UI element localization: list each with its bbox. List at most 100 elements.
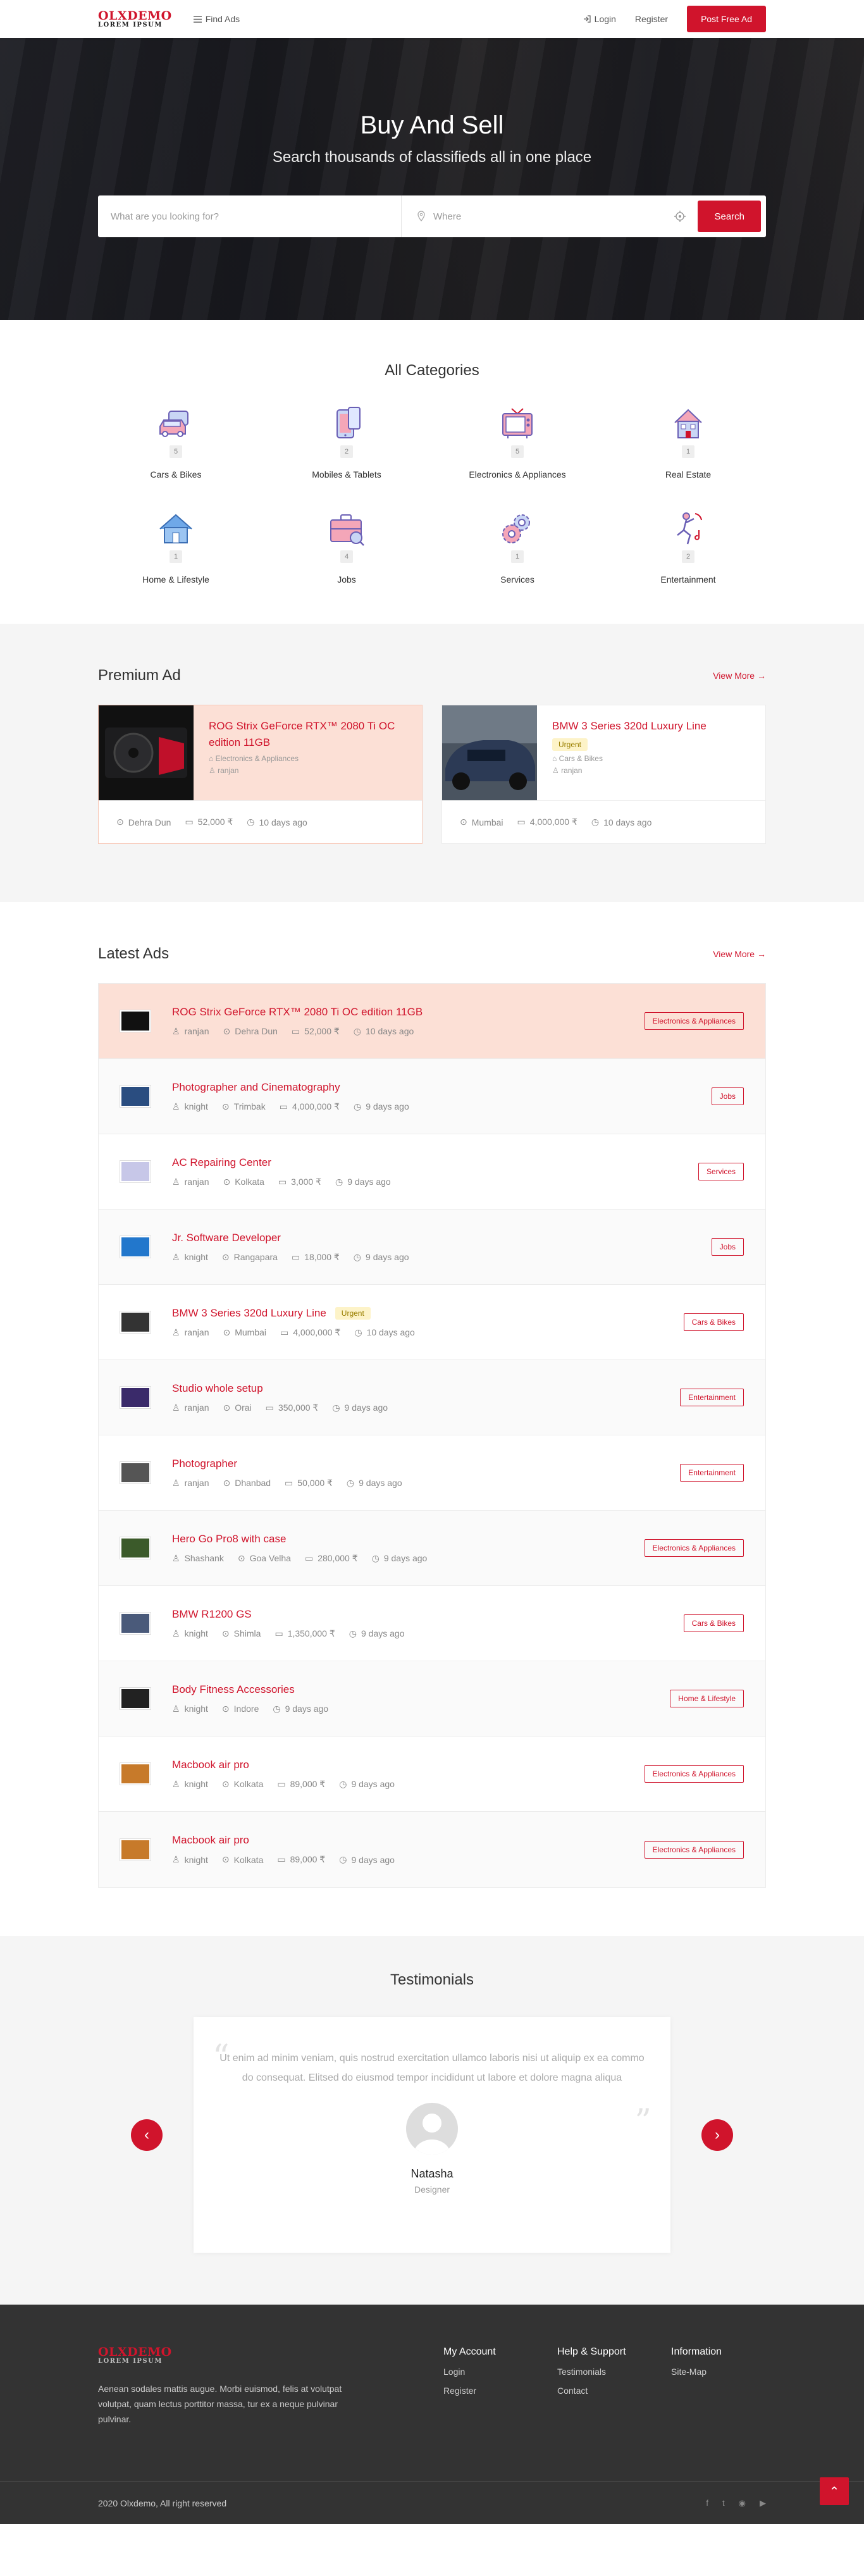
ad-time-label: 9 days ago	[285, 1704, 329, 1714]
ad-time: ◷ 9 days ago	[339, 1779, 395, 1790]
footer-col-title: Information	[671, 2346, 722, 2357]
latest-ad-row[interactable]: Photographer ♙ ranjan ⊙ Dhanbad ▭ 50,000 ₹ ◷ 9 d…	[99, 1435, 765, 1511]
latest-ad-row[interactable]: Hero Go Pro8 with case ♙ Shashank ⊙ Goa Velh…	[99, 1511, 765, 1586]
ad-title[interactable]: BMW 3 Series 320d Luxury Line	[552, 718, 707, 734]
locate-me-icon[interactable]	[674, 210, 686, 223]
user-icon: ♙	[172, 1552, 180, 1563]
ad-category-button[interactable]: Jobs	[711, 1238, 744, 1256]
login-link[interactable]: Login	[583, 14, 616, 24]
ad-title[interactable]: Jr. Software Developer	[172, 1232, 281, 1244]
latest-ad-row[interactable]: BMW R1200 GS ♙ knight ⊙ Shimla ▭ 1,350,000 ₹ ◷ 9…	[99, 1586, 765, 1661]
ad-category-button[interactable]: Electronics & Appliances	[644, 1012, 744, 1030]
ad-title[interactable]: AC Repairing Center	[172, 1156, 271, 1169]
site-logo[interactable]: OLXDEMO LOREM IPSUM	[98, 9, 172, 28]
post-free-ad-button[interactable]: Post Free Ad	[687, 6, 766, 32]
list-icon	[193, 15, 202, 23]
latest-ad-row[interactable]: Studio whole setup ♙ ranjan ⊙ Orai ▭ 350,000 ₹…	[99, 1360, 765, 1435]
next-testimonial-button[interactable]: ›	[701, 2119, 733, 2151]
ad-user: ♙ ranjan	[172, 1478, 209, 1489]
ad-category-button[interactable]: Electronics & Appliances	[644, 1539, 744, 1557]
footer-testimonials-link[interactable]: Testimonials	[557, 2367, 671, 2377]
ad-location: ⊙ Rangapara	[222, 1252, 278, 1263]
ad-category: ⌂ Cars & Bikes	[552, 754, 707, 763]
ad-title[interactable]: Photographer	[172, 1458, 237, 1470]
ad-category-button[interactable]: Cars & Bikes	[683, 1313, 744, 1331]
latest-ad-row[interactable]: Body Fitness Accessories ♙ knight ⊙ Indore ◷ 9…	[99, 1661, 765, 1737]
category-entertainment[interactable]: 2 Entertainment	[603, 510, 774, 585]
latest-ad-row[interactable]: Jr. Software Developer ♙ knight ⊙ Rangapara ▭…	[99, 1210, 765, 1285]
price-tag-icon: ▭	[277, 1778, 286, 1789]
category-cars-bikes[interactable]: 5 Cars & Bikes	[90, 405, 261, 480]
testimonial-name: Natasha	[410, 2167, 454, 2180]
search-button[interactable]: Search	[698, 201, 761, 232]
ad-location: ⊙ Goa Velha	[238, 1553, 291, 1564]
ad-user-label: ranjan	[184, 1026, 209, 1036]
facebook-icon[interactable]: f	[706, 2498, 708, 2508]
latest-ad-row[interactable]: Photographer and Cinematography ♙ knight ⊙ T…	[99, 1059, 765, 1134]
urgent-badge: Urgent	[335, 1306, 371, 1320]
ad-title[interactable]: ROG Strix GeForce RTX™ 2080 Ti OC editio…	[209, 718, 407, 751]
category-services[interactable]: 1 Services	[432, 510, 603, 585]
ad-title[interactable]: Hero Go Pro8 with case	[172, 1533, 286, 1545]
category-home-lifestyle[interactable]: 1 Home & Lifestyle	[90, 510, 261, 585]
building-icon	[674, 409, 702, 438]
premium-ad-card[interactable]: ROG Strix GeForce RTX™ 2080 Ti OC editio…	[98, 705, 423, 844]
footer-sitemap-link[interactable]: Site-Map	[671, 2367, 766, 2377]
latest-ad-row[interactable]: AC Repairing Center ♙ ranjan ⊙ Kolkata ▭ 3,000…	[99, 1134, 765, 1210]
latest-ad-row[interactable]: ROG Strix GeForce RTX™ 2080 Ti OC editio…	[99, 984, 765, 1059]
latest-view-more-link[interactable]: View More →	[713, 949, 766, 959]
youtube-icon[interactable]: ▶	[760, 2498, 766, 2508]
footer-logo[interactable]: OLXDEMO LOREM IPSUM	[98, 2346, 345, 2365]
prev-testimonial-button[interactable]: ‹	[131, 2119, 163, 2151]
price-tag-icon: ▭	[265, 1402, 274, 1413]
category-jobs[interactable]: 4 Jobs	[261, 510, 432, 585]
ad-price-label: 4,000,000 ₹	[529, 817, 577, 827]
ad-category-button[interactable]: Electronics & Appliances	[644, 1765, 744, 1783]
category-electronics[interactable]: 5 Electronics & Appliances	[432, 405, 603, 480]
quote-close-icon: ”	[634, 2103, 651, 2141]
ad-category-button[interactable]: Jobs	[711, 1087, 744, 1105]
ad-category-button[interactable]: Cars & Bikes	[683, 1614, 744, 1632]
ad-title[interactable]: ROG Strix GeForce RTX™ 2080 Ti OC editio…	[172, 1006, 423, 1019]
category-mobiles-tablets[interactable]: 2 Mobiles & Tablets	[261, 405, 432, 480]
category-name: Real Estate	[665, 469, 712, 480]
latest-ad-row[interactable]: BMW 3 Series 320d Luxury Line Urgent ♙ ranj…	[99, 1285, 765, 1360]
ad-title[interactable]: Studio whole setup	[172, 1382, 263, 1395]
premium-ad-card[interactable]: BMW 3 Series 320d Luxury Line Urgent ⌂ C…	[441, 705, 766, 844]
ad-title[interactable]: BMW R1200 GS	[172, 1608, 252, 1621]
ad-user-label: knight	[184, 1854, 208, 1865]
ad-user-label: knight	[184, 1779, 208, 1789]
dribbble-icon[interactable]: ◉	[739, 2498, 746, 2508]
ad-category-button[interactable]: Home & Lifestyle	[670, 1690, 744, 1707]
category-real-estate[interactable]: 1 Real Estate	[603, 405, 774, 480]
register-link[interactable]: Register	[635, 14, 668, 24]
ad-title[interactable]: BMW 3 Series 320d Luxury Line	[172, 1307, 326, 1320]
testimonial-card: “ ” Ut enim ad minim veniam, quis nostru…	[194, 2017, 670, 2253]
scroll-to-top-button[interactable]: ⌃	[820, 2477, 849, 2505]
tag-icon: ⌂	[209, 754, 214, 763]
ad-location: ⊙ Shimla	[222, 1628, 261, 1639]
ad-location: ⊙ Dehra Dun	[116, 817, 171, 827]
ad-category-button[interactable]: Services	[698, 1163, 744, 1180]
categories-section: All Categories 5 Cars & Bikes 2 Mobiles …	[0, 320, 864, 624]
ad-title[interactable]: Macbook air pro	[172, 1834, 249, 1847]
ad-title[interactable]: Photographer and Cinematography	[172, 1081, 340, 1094]
ad-title[interactable]: Body Fitness Accessories	[172, 1683, 295, 1696]
ad-time: ◷ 10 days ago	[247, 817, 307, 827]
ad-category-button[interactable]: Entertainment	[680, 1389, 744, 1406]
twitter-icon[interactable]: t	[722, 2498, 725, 2508]
where-input[interactable]: Where	[402, 195, 662, 237]
footer-login-link[interactable]: Login	[443, 2367, 557, 2377]
footer-register-link[interactable]: Register	[443, 2386, 557, 2396]
search-input[interactable]: What are you looking for?	[111, 195, 402, 237]
latest-ad-row[interactable]: Macbook air pro ♙ knight ⊙ Kolkata ▭ 89,000 ₹ ◷…	[99, 1737, 765, 1812]
latest-ad-row[interactable]: Macbook air pro ♙ knight ⊙ Kolkata ▭ 89,000 ₹ ◷…	[99, 1812, 765, 1887]
ad-category-button[interactable]: Entertainment	[680, 1464, 744, 1482]
footer-contact-link[interactable]: Contact	[557, 2386, 671, 2396]
ad-image	[442, 705, 537, 800]
ad-category-button[interactable]: Electronics & Appliances	[644, 1840, 744, 1859]
premium-view-more-link[interactable]: View More →	[713, 671, 766, 681]
ad-title[interactable]: Macbook air pro	[172, 1759, 249, 1771]
find-ads-link[interactable]: Find Ads	[193, 14, 240, 24]
category-name: Home & Lifestyle	[142, 574, 209, 585]
